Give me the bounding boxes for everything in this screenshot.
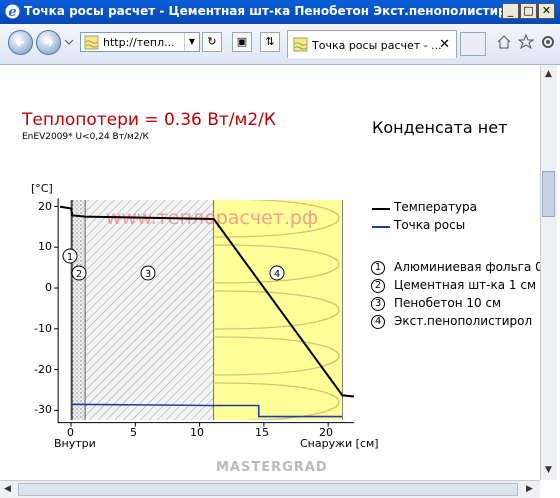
legend-temperature-line [372, 208, 390, 210]
layer-marker: 3 [140, 265, 156, 281]
horizontal-scrollbar[interactable]: ◀ ▶ [0, 480, 540, 498]
y-tick-label: 20 [38, 200, 52, 213]
y-tick-label: -10 [34, 322, 52, 335]
x-label-inside: Внутри [54, 437, 96, 450]
scroll-left-icon[interactable]: ◀ [4, 484, 11, 494]
layer-marker: 2 [71, 265, 87, 281]
scroll-down-icon[interactable]: ▼ [545, 465, 552, 475]
mastergrad-watermark: MASTERGRAD [216, 460, 328, 475]
scroll-right-icon[interactable]: ▶ [526, 484, 533, 494]
layer-marker-label: 2 [76, 269, 82, 280]
y-tick-label: 10 [38, 240, 52, 253]
scroll-up-icon[interactable]: ▲ [545, 69, 552, 79]
vertical-scroll-thumb[interactable] [542, 171, 555, 217]
y-tick-label: -20 [34, 363, 52, 376]
vertical-scrollbar[interactable]: ▲ ▼ [540, 65, 557, 480]
legend-dewpoint: Точка росы [394, 218, 466, 232]
legend-layer-number: 2 [371, 279, 385, 293]
layer-marker-label: 1 [67, 252, 73, 263]
x-tick-label: 5 [130, 426, 137, 439]
layer-marker: 1 [62, 248, 78, 264]
horizontal-scroll-thumb[interactable] [18, 483, 518, 496]
x-tick-label: 10 [190, 426, 204, 439]
layer-band [213, 200, 343, 420]
legend-layer-number: 1 [371, 261, 385, 275]
x-label-outside: Снаружи [см] [300, 437, 379, 450]
y-tick-label: 0 [45, 281, 52, 294]
y-tick-label: -30 [34, 403, 52, 416]
layer-band [84, 200, 215, 420]
legend-layer-name: Экст.пенополистирол [394, 314, 533, 328]
legend-layer-name: Алюминиевая фольга 0 [394, 260, 543, 274]
legend-layer-name: Цементная шт-ка 1 см [394, 278, 537, 292]
legend-layer-number: 4 [371, 315, 385, 329]
layer-band [71, 200, 86, 420]
x-tick-label: 15 [255, 426, 269, 439]
legend-temperature: Температура [394, 200, 478, 214]
layer-marker-label: 4 [274, 269, 280, 280]
legend-layer-name: Пенобетон 10 см [394, 296, 502, 310]
legend-layer-number: 3 [371, 297, 385, 311]
layer-marker: 4 [269, 265, 285, 281]
dew-point-chart: www.теплорасчет.рф 12 3 4 [54, 198, 355, 427]
layer-marker-label: 3 [145, 269, 151, 280]
legend-dewpoint-line [372, 226, 390, 228]
